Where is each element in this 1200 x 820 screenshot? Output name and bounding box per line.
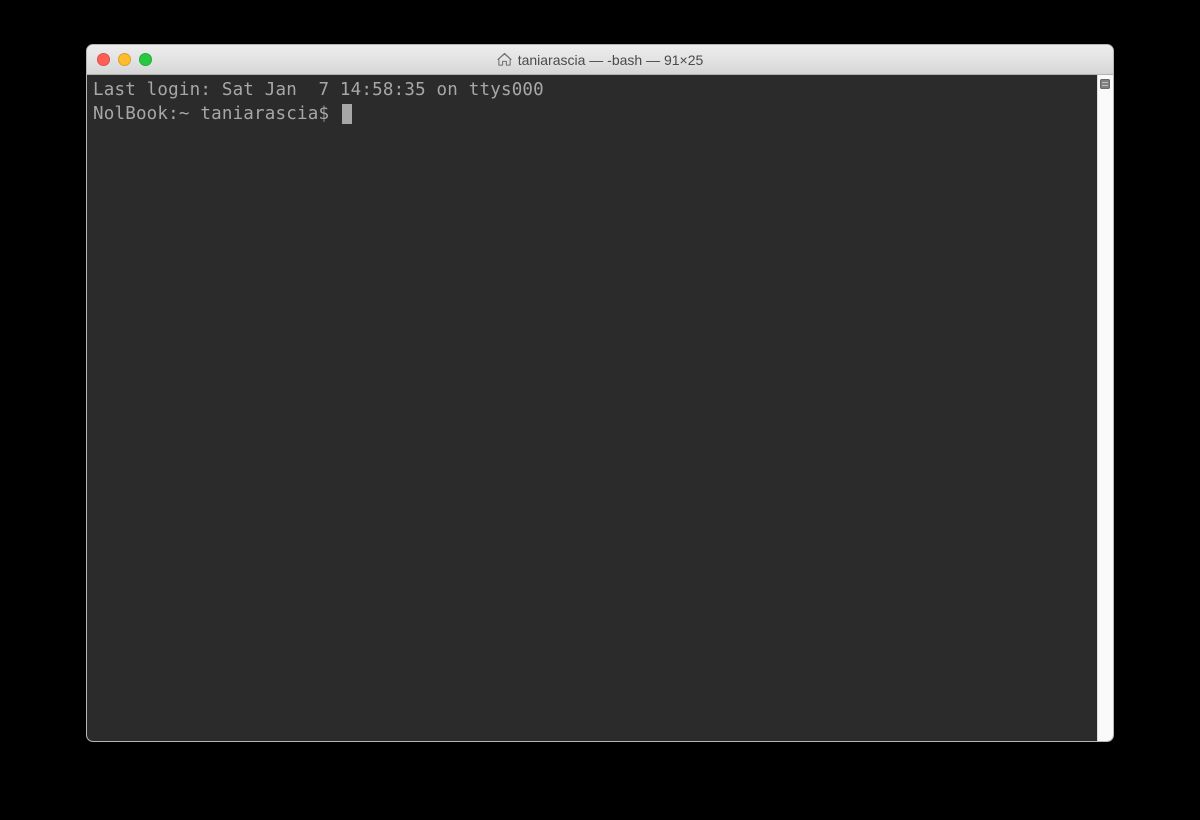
close-button[interactable] [97,53,110,66]
maximize-button[interactable] [139,53,152,66]
prompt-text: NolBook:~ taniarascia$ [93,103,340,127]
titlebar[interactable]: taniarascia — -bash — 91×25 [87,45,1113,75]
scroll-grip-icon[interactable] [1100,79,1110,89]
window-title-text: taniarascia — -bash — 91×25 [518,52,704,68]
traffic-lights [87,53,152,66]
minimize-button[interactable] [118,53,131,66]
terminal-window: taniarascia — -bash — 91×25 Last login: … [86,44,1114,742]
terminal-body: Last login: Sat Jan 7 14:58:35 on ttys00… [87,75,1113,741]
prompt-line: NolBook:~ taniarascia$ [93,103,1091,127]
home-icon [497,52,512,67]
last-login-line: Last login: Sat Jan 7 14:58:35 on ttys00… [93,80,544,100]
terminal-content[interactable]: Last login: Sat Jan 7 14:58:35 on ttys00… [87,75,1097,741]
scrollbar[interactable] [1097,75,1113,741]
cursor [342,104,352,124]
window-title: taniarascia — -bash — 91×25 [87,52,1113,68]
